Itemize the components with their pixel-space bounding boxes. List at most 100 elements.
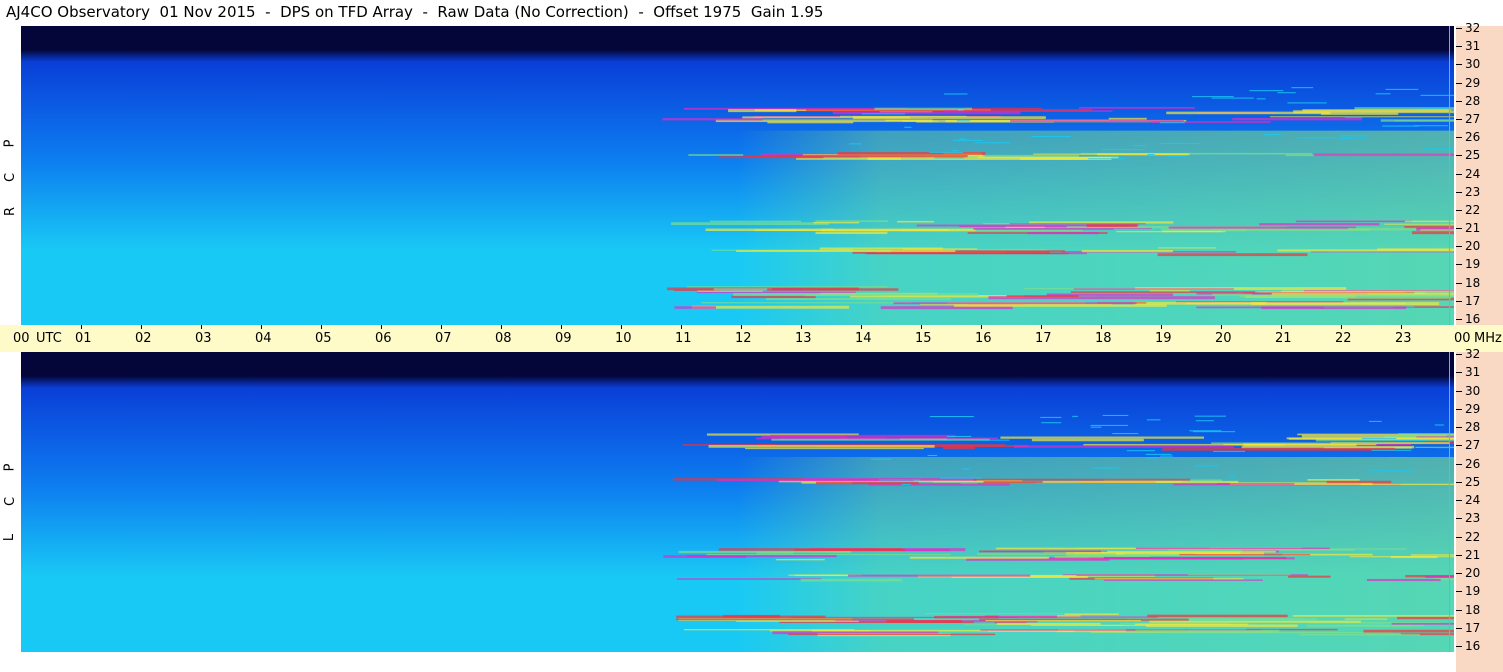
signal-band <box>700 302 913 304</box>
signal-speckle <box>1194 465 1219 467</box>
signal-speckle <box>904 126 912 128</box>
signal-band <box>736 250 956 253</box>
signal-band <box>1116 231 1223 233</box>
freq-tick <box>1456 246 1462 248</box>
signal-band <box>964 107 1042 110</box>
signal-band <box>1211 293 1252 296</box>
signal-band <box>771 438 990 441</box>
hour-label: 18 <box>1095 331 1112 346</box>
signal-band <box>713 288 773 291</box>
signal-band <box>671 222 829 226</box>
signal-speckle <box>1434 447 1454 449</box>
page-title: AJ4CO Observatory 01 Nov 2015 - DPS on T… <box>6 3 824 21</box>
hour-label: 08 <box>495 331 512 346</box>
signal-band <box>1251 302 1440 306</box>
signal-band <box>1211 442 1425 444</box>
signal-speckle <box>1145 453 1172 455</box>
signal-band <box>1133 301 1267 305</box>
signal-speckle <box>934 157 965 159</box>
freq-tick-label: 16 <box>1465 639 1481 653</box>
time-axis: 00 UTC MHz 01 02 03 04 05 06 07 08 09 10 11 12 13 14 1… <box>0 325 1503 352</box>
hour-label: 19 <box>1155 331 1172 346</box>
signal-band <box>953 304 1167 307</box>
signal-band <box>674 306 716 309</box>
hour-label: 01 <box>75 331 92 346</box>
signal-band <box>718 156 824 159</box>
signal-band <box>812 629 991 632</box>
signal-band <box>1031 624 1151 626</box>
hour-label: 21 <box>1275 331 1292 346</box>
hour-tick <box>141 325 142 329</box>
pol-letter: P <box>2 139 18 148</box>
signal-band <box>662 118 763 121</box>
hour-label: 02 <box>135 331 152 346</box>
signal-band <box>1033 153 1187 155</box>
signal-band <box>1344 618 1388 620</box>
signal-band <box>1006 295 1079 298</box>
freq-tick-label: 16 <box>1465 312 1481 326</box>
signal-band <box>718 548 902 551</box>
signal-band <box>686 554 837 558</box>
signal-band <box>1380 119 1454 122</box>
hour-label: 20 <box>1215 331 1232 346</box>
hour-tick <box>81 325 82 329</box>
freq-tick <box>1456 118 1462 120</box>
signal-band <box>1411 231 1454 235</box>
signal-speckle <box>1394 439 1428 441</box>
freq-tick <box>1456 627 1462 629</box>
freq-tick <box>1456 319 1462 320</box>
hour-label: 03 <box>195 331 212 346</box>
signal-speckle <box>1146 457 1158 459</box>
signal-speckle <box>1160 142 1200 144</box>
signal-band <box>1299 633 1420 636</box>
freq-tick <box>1456 46 1462 48</box>
hour-label: 22 <box>1335 331 1352 346</box>
signal-band <box>1313 153 1454 157</box>
freq-tick-label: 22 <box>1465 529 1481 544</box>
freq-tick-label: 19 <box>1465 257 1481 272</box>
signal-band <box>813 221 860 224</box>
hour-label: 13 <box>795 331 812 346</box>
signal-speckle <box>1434 424 1444 426</box>
signal-band <box>943 446 976 450</box>
hour-tick <box>381 325 382 329</box>
freq-tick <box>1456 390 1462 392</box>
hour-tick <box>441 325 442 329</box>
signal-band <box>893 302 1137 305</box>
signal-band <box>1390 555 1438 559</box>
freq-tick-label: 25 <box>1465 474 1481 489</box>
signal-band <box>1216 483 1295 485</box>
freq-tick <box>1456 264 1462 266</box>
freq-tick-label: 19 <box>1465 584 1481 599</box>
signal-speckle <box>1385 88 1419 90</box>
signal-band <box>1397 616 1454 620</box>
freq-tick-label: 27 <box>1465 438 1481 453</box>
lcp-spectrogram-image <box>21 352 1454 652</box>
signal-speckle <box>1159 122 1185 124</box>
signal-band <box>1066 554 1151 557</box>
signal-speckle <box>1429 159 1454 161</box>
hour-tick <box>1401 325 1402 329</box>
freq-tick <box>1456 646 1462 647</box>
freq-tick-label: 28 <box>1465 420 1481 434</box>
signal-band <box>903 248 978 250</box>
time-end-label: 00 <box>1454 331 1471 346</box>
signal-band <box>815 481 919 485</box>
signal-speckle <box>870 458 892 460</box>
signal-speckle <box>1133 145 1147 147</box>
signal-band <box>723 614 781 618</box>
signal-band <box>815 220 889 222</box>
signal-speckle <box>1192 431 1236 433</box>
freq-tick <box>1456 209 1462 211</box>
signal-speckle <box>861 113 906 115</box>
freq-tick <box>1456 173 1462 175</box>
signal-band <box>795 574 856 577</box>
signal-band <box>1113 228 1153 230</box>
hour-label: 07 <box>435 331 452 346</box>
hour-tick <box>741 325 742 329</box>
signal-band <box>1042 480 1239 483</box>
signal-band <box>1410 554 1454 556</box>
signal-speckle <box>927 454 938 456</box>
freq-tick <box>1456 372 1462 374</box>
signal-band <box>708 444 935 448</box>
